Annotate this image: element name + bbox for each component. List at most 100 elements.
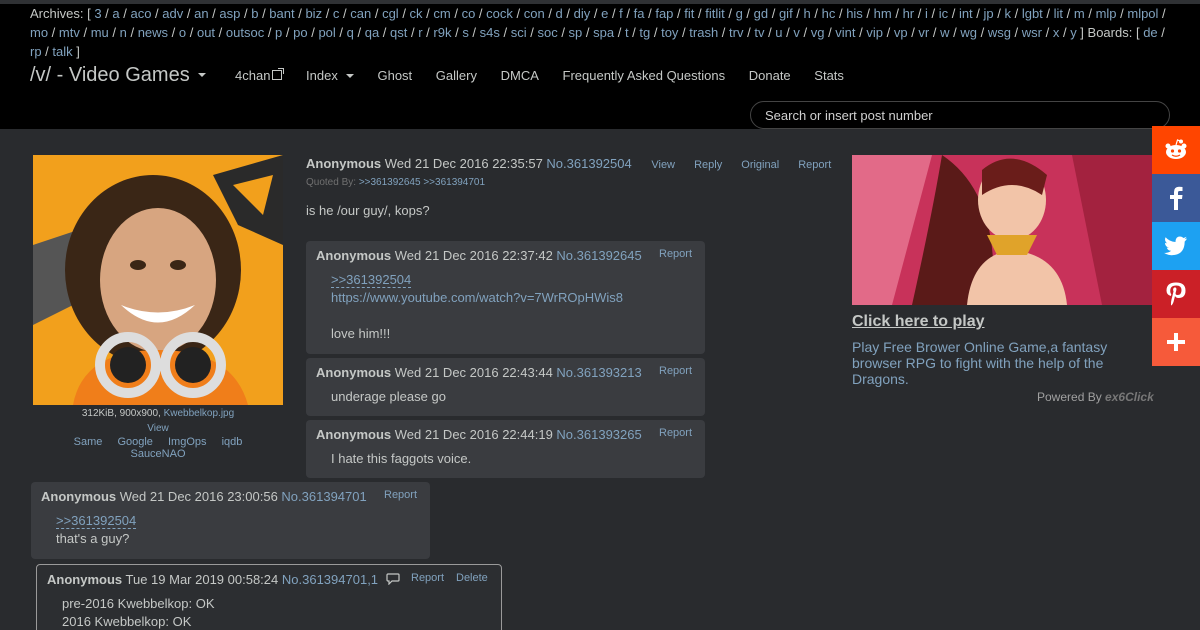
board-link[interactable]: soc (537, 25, 557, 40)
board-link[interactable]: po (293, 25, 307, 40)
delete-button[interactable]: Delete (456, 572, 488, 584)
board-link[interactable]: m (1074, 6, 1085, 21)
board-link[interactable]: can (350, 6, 371, 21)
tool-saucenao[interactable]: SauceNAO (130, 448, 185, 460)
board-link[interactable]: diy (574, 6, 591, 21)
board-link[interactable]: wsr (1022, 25, 1042, 40)
share-more-button[interactable] (1152, 318, 1200, 366)
board-link[interactable]: r9k (433, 25, 451, 40)
board-link[interactable]: lgbt (1022, 6, 1043, 21)
nav-dmca[interactable]: DMCA (501, 68, 539, 83)
board-link[interactable]: fitlit (705, 6, 725, 21)
tool-same[interactable]: Same (74, 436, 103, 448)
board-link[interactable]: con (524, 6, 545, 21)
board-link[interactable]: rp (30, 44, 42, 59)
board-link[interactable]: k (1004, 6, 1011, 21)
board-link[interactable]: s4s (480, 25, 500, 40)
post-number[interactable]: No.361393265 (556, 427, 641, 442)
board-title-dropdown[interactable]: /v/ - Video Games (30, 64, 206, 87)
board-link[interactable]: q (347, 25, 354, 40)
board-link[interactable]: trash (689, 25, 718, 40)
board-link[interactable]: c (333, 6, 340, 21)
board-link[interactable]: co (462, 6, 476, 21)
nav-stats[interactable]: Stats (814, 68, 844, 83)
board-link[interactable]: bant (269, 6, 294, 21)
board-link[interactable]: e (601, 6, 608, 21)
board-link[interactable]: v (793, 25, 800, 40)
board-link[interactable]: sp (569, 25, 583, 40)
board-link[interactable]: his (846, 6, 863, 21)
report-button[interactable]: Report (798, 159, 831, 171)
post-number[interactable]: No.361394701,1 (282, 572, 378, 587)
report-button[interactable]: Report (659, 427, 692, 439)
board-link[interactable]: outsoc (226, 25, 264, 40)
board-link[interactable]: asp (219, 6, 240, 21)
view-button[interactable]: View (651, 159, 675, 171)
board-link[interactable]: adv (162, 6, 183, 21)
board-link[interactable]: jp (984, 6, 994, 21)
quoted-by-links[interactable]: >>361392645 >>361394701 (359, 177, 485, 188)
board-link[interactable]: pol (318, 25, 335, 40)
board-link[interactable]: cm (433, 6, 450, 21)
share-pinterest-button[interactable] (1152, 270, 1200, 318)
board-link[interactable]: de (1143, 25, 1157, 40)
board-link[interactable]: fa (634, 6, 645, 21)
board-link[interactable]: cgl (382, 6, 399, 21)
quote-link[interactable]: >>361392504 (331, 272, 412, 288)
board-link[interactable]: talk (52, 44, 72, 59)
report-button[interactable]: Report (411, 572, 444, 584)
board-link[interactable]: sci (511, 25, 527, 40)
nav-gallery[interactable]: Gallery (436, 68, 477, 83)
search-input[interactable]: Search or insert post number (750, 101, 1170, 129)
nav-index[interactable]: Index (306, 68, 354, 83)
tool-imgops[interactable]: ImgOps (168, 436, 207, 448)
board-link[interactable]: aco (130, 6, 151, 21)
report-button[interactable]: Report (659, 248, 692, 260)
share-twitter-button[interactable] (1152, 222, 1200, 270)
ad-description-link[interactable]: Play Free Brower Online Game,a fantasy b… (852, 339, 1142, 387)
board-link[interactable]: fit (684, 6, 694, 21)
reply-button[interactable]: Reply (694, 159, 722, 171)
board-link[interactable]: mlp (1096, 6, 1117, 21)
post-thumbnail[interactable] (33, 155, 283, 405)
board-link[interactable]: a (112, 6, 119, 21)
board-link[interactable]: gd (754, 6, 768, 21)
board-link[interactable]: news (138, 25, 168, 40)
youtube-link[interactable]: https://www.youtube.com/watch?v=7WrROpHW… (331, 290, 623, 305)
board-link[interactable]: qst (390, 25, 407, 40)
board-link[interactable]: ck (410, 6, 423, 21)
board-link[interactable]: d (556, 6, 563, 21)
nav-ghost[interactable]: Ghost (377, 68, 412, 83)
board-link[interactable]: mo (30, 25, 48, 40)
report-button[interactable]: Report (659, 365, 692, 377)
board-link[interactable]: mu (91, 25, 109, 40)
board-link[interactable]: n (120, 25, 127, 40)
board-link[interactable]: out (197, 25, 215, 40)
board-link[interactable]: p (275, 25, 282, 40)
ad-image[interactable] (852, 155, 1152, 305)
board-link[interactable]: u (775, 25, 782, 40)
board-link[interactable]: vr (918, 25, 929, 40)
board-link[interactable]: gif (779, 6, 793, 21)
post-number[interactable]: No.361394701 (281, 489, 366, 504)
board-link[interactable]: trv (729, 25, 743, 40)
post-number[interactable]: No.361393213 (556, 365, 641, 380)
board-link[interactable]: vp (894, 25, 908, 40)
post-number[interactable]: No.361392645 (556, 248, 641, 263)
original-button[interactable]: Original (741, 159, 779, 171)
board-link[interactable]: t (625, 25, 629, 40)
board-link[interactable]: vint (835, 25, 855, 40)
board-link[interactable]: i (925, 6, 928, 21)
board-link[interactable]: wg (960, 25, 977, 40)
board-link[interactable]: r (418, 25, 422, 40)
board-link[interactable]: f (619, 6, 623, 21)
ad-brand-logo[interactable]: ex6Click (1105, 390, 1154, 404)
tool-google[interactable]: Google (117, 436, 152, 448)
board-link[interactable]: biz (305, 6, 322, 21)
board-link[interactable]: hr (903, 6, 915, 21)
board-link[interactable]: g (736, 6, 743, 21)
board-link[interactable]: wsg (988, 25, 1011, 40)
board-link[interactable]: s (462, 25, 469, 40)
board-link[interactable]: hc (822, 6, 836, 21)
board-link[interactable]: y (1070, 25, 1077, 40)
